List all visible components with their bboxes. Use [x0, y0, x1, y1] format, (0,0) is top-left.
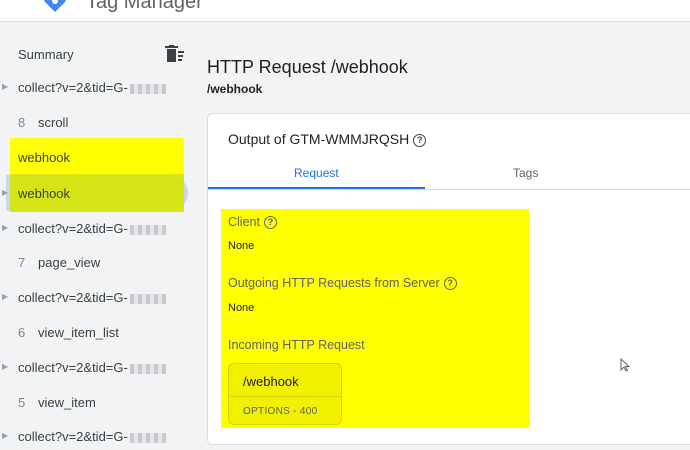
app-title: Tag Manager — [86, 0, 203, 13]
sidebar-item-label: view_item_list — [38, 325, 119, 340]
sidebar-item-event[interactable]: 7 page_view — [0, 245, 192, 279]
sidebar-item-label: webhook — [18, 150, 71, 165]
outgoing-label: Outgoing HTTP Requests from Server? — [228, 276, 457, 291]
sidebar-item-request[interactable]: ▶ collect?v=2&tid=G- — [0, 350, 192, 384]
incoming-label: Incoming HTTP Request — [228, 338, 365, 352]
sidebar-item-request-selected[interactable]: ▶ webhook — [0, 176, 192, 210]
sidebar-item-label: collect?v=2&tid=G- — [18, 80, 128, 95]
sidebar-item-label: collect?v=2&tid=G- — [18, 429, 128, 444]
card-title: Output of GTM-WMMJRQSH? — [228, 131, 427, 147]
sidebar-item-request[interactable]: ▶ collect?v=2&tid=G- — [0, 419, 192, 450]
top-bar: Tag Manager — [0, 0, 690, 22]
page-title: HTTP Request /webhook — [207, 57, 408, 77]
sidebar-item-event[interactable]: 5 view_item — [0, 385, 192, 419]
redacted-text — [129, 293, 166, 304]
sidebar-item-request[interactable]: ▶ collect?v=2&tid=G- — [0, 70, 192, 104]
sidebar-item-label: collect?v=2&tid=G- — [18, 360, 128, 375]
help-icon[interactable]: ? — [443, 277, 457, 291]
sidebar-item-event[interactable]: 6 view_item_list — [0, 315, 192, 349]
event-number: 8 — [18, 115, 26, 130]
caret-right-icon: ▶ — [2, 82, 9, 91]
sidebar-item-request[interactable]: ▶ collect?v=2&tid=G- — [0, 280, 192, 314]
sidebar-item-label: collect?v=2&tid=G- — [18, 221, 128, 236]
redacted-text — [129, 432, 166, 443]
request-status: OPTIONS - 400 — [243, 406, 318, 417]
request-path: /webhook — [243, 374, 299, 389]
incoming-request-chip[interactable]: /webhook OPTIONS - 400 — [228, 363, 342, 425]
mouse-cursor-icon — [620, 358, 630, 372]
event-number: 7 — [18, 255, 26, 270]
page-subtitle: /webhook — [207, 82, 263, 96]
help-icon[interactable]: ? — [413, 133, 427, 147]
sidebar-item-label: collect?v=2&tid=G- — [18, 290, 128, 305]
outgoing-label-text: Outgoing HTTP Requests from Server — [228, 276, 440, 290]
caret-right-icon: ▶ — [2, 223, 9, 232]
tab-request[interactable]: Request — [294, 166, 339, 180]
help-icon[interactable]: ? — [263, 216, 277, 230]
sidebar-item-request[interactable]: ▶ collect?v=2&tid=G- — [0, 211, 192, 245]
caret-right-icon: ▶ — [2, 188, 9, 197]
sidebar-item-event[interactable]: webhook — [0, 140, 192, 174]
tag-manager-logo-icon — [44, 0, 66, 12]
redacted-text — [129, 224, 166, 235]
sidebar-summary[interactable]: Summary — [18, 47, 74, 62]
sidebar-item-label: view_item — [38, 395, 96, 410]
sidebar-item-label: scroll — [38, 115, 69, 130]
sidebar-item-label: page_view — [38, 255, 101, 270]
sidebar-item-event[interactable]: 8 scroll — [0, 105, 192, 139]
caret-right-icon: ▶ — [2, 431, 9, 440]
event-number: 6 — [18, 325, 26, 340]
delete-icon[interactable] — [165, 45, 185, 63]
client-label: Client? — [228, 215, 277, 230]
tab-divider — [208, 189, 690, 190]
client-value: None — [228, 240, 255, 252]
active-tab-indicator — [208, 187, 425, 189]
caret-right-icon: ▶ — [2, 362, 9, 371]
caret-right-icon: ▶ — [2, 292, 9, 301]
sidebar-item-label: webhook — [18, 186, 71, 201]
tab-tags[interactable]: Tags — [513, 166, 538, 180]
client-label-text: Client — [228, 215, 260, 229]
redacted-text — [129, 363, 166, 374]
event-number: 5 — [18, 395, 26, 410]
chip-divider — [229, 396, 341, 397]
card-title-text: Output of GTM-WMMJRQSH — [228, 131, 410, 147]
outgoing-value: None — [228, 302, 255, 314]
redacted-text — [129, 83, 166, 94]
